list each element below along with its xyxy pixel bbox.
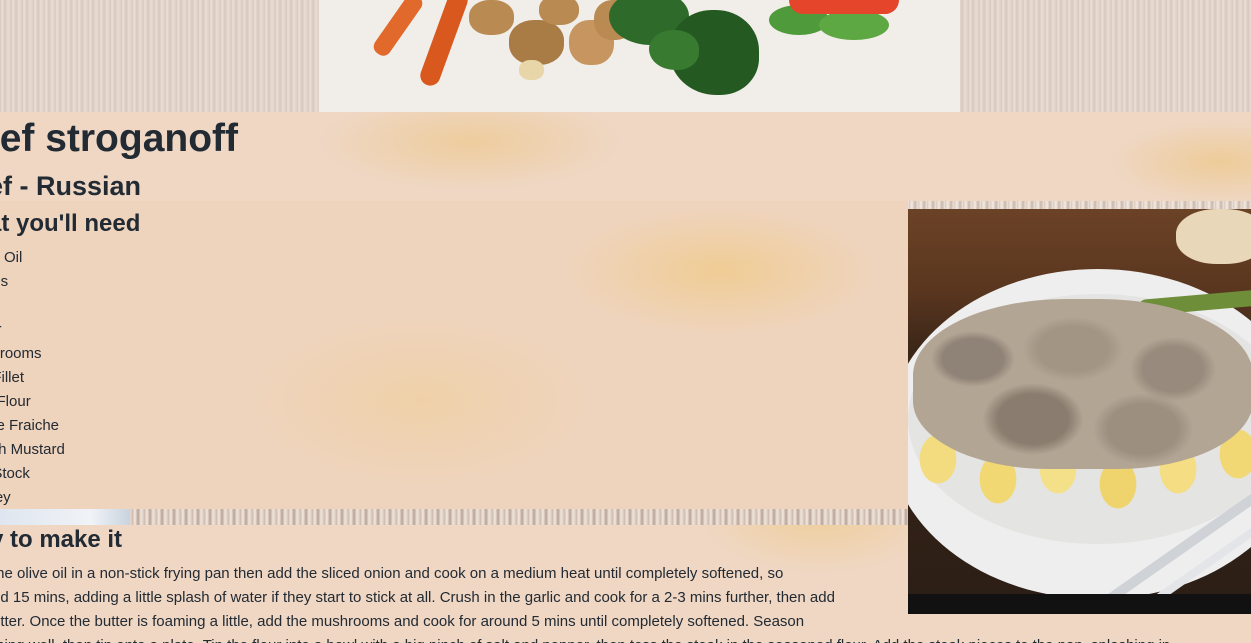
hero-food-image	[319, 0, 960, 112]
method-line: utter. Once the butter is foaming a litt…	[0, 613, 805, 630]
ingredient-item: lish Mustard	[0, 441, 65, 458]
ingredients-heading: at you'll need	[0, 210, 141, 237]
method-line: thing well, then tip onto a plate. Tip t…	[0, 634, 1232, 643]
ingredient-item: n Flour	[0, 393, 31, 410]
ingredients-list: ve Oil ons lic ter shrooms f Fillet n Fl…	[0, 246, 65, 510]
beef-stroganoff-image	[908, 209, 1251, 614]
ingredient-item: ter	[0, 318, 65, 342]
ingredient-item: me Fraiche	[0, 417, 60, 434]
ingredient-item: sley	[0, 489, 11, 506]
method-heading: v to make it	[0, 526, 123, 553]
ingredients-panel	[0, 201, 908, 525]
ingredient-item: f Fillet	[0, 369, 25, 386]
method-text: the olive oil in a non-stick frying pan …	[0, 562, 1232, 643]
ingredient-item: lic	[0, 294, 65, 318]
recipe-subtitle: ef - Russian	[0, 171, 142, 201]
ingredient-item: f Stock	[0, 465, 30, 482]
recipe-title: eef stroganoff	[0, 117, 239, 160]
header-wood-banner	[0, 0, 1251, 112]
method-line: the olive oil in a non-stick frying pan …	[0, 565, 784, 582]
wood-divider-bottom	[0, 509, 908, 525]
method-line: nd 15 mins, adding a little splash of wa…	[0, 589, 835, 606]
ingredient-item: shrooms	[0, 345, 42, 362]
ingredient-item: ons	[0, 273, 9, 290]
ingredient-item: ve Oil	[0, 249, 23, 266]
